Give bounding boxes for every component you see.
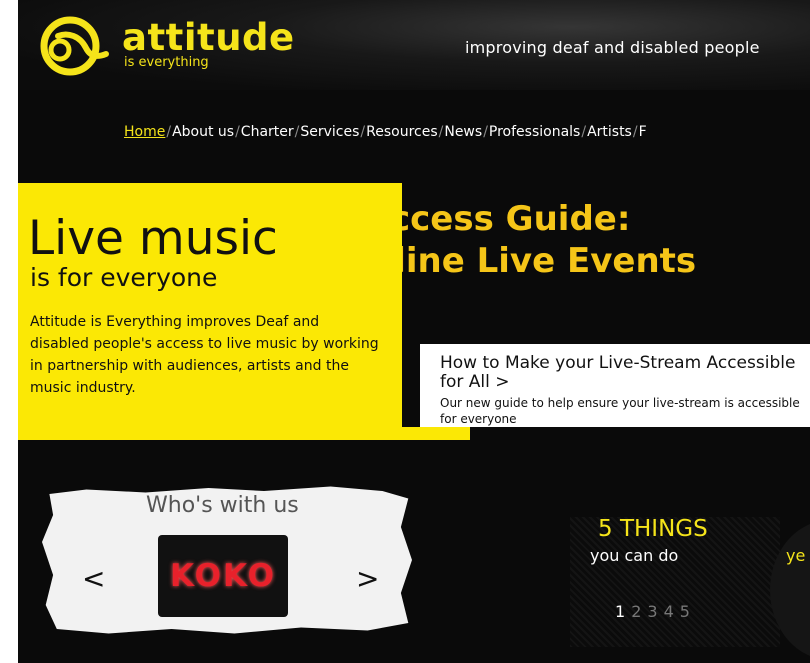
nav-item-professionals[interactable]: Professionals [489, 124, 580, 140]
hero-title-line2: nline Live Events [370, 241, 697, 281]
header-tagline: improving deaf and disabled people [465, 38, 760, 57]
guide-card[interactable]: How to Make your Live-Stream Accessible … [420, 344, 810, 427]
nav-item-cut[interactable]: F [639, 124, 647, 140]
partner-logo-text: KOKO [170, 558, 276, 594]
nav-separator: / [581, 124, 587, 140]
promo-title: Live music [28, 211, 278, 266]
carousel-prev-button[interactable]: < [82, 562, 105, 595]
guide-card-description: Our new guide to help ensure your live-s… [440, 396, 800, 426]
promo-subtitle: is for everyone [30, 263, 218, 292]
page: attitude is everything improving deaf an… [18, 0, 810, 663]
nav-item-services[interactable]: Services [300, 124, 359, 140]
nav-item-charter[interactable]: Charter [241, 124, 294, 140]
slide-pager: 12345 [615, 602, 696, 621]
logo[interactable]: attitude is everything [30, 14, 295, 76]
partner-logo[interactable]: KOKO [158, 535, 288, 617]
brand-name: attitude [122, 16, 295, 59]
guide-card-title[interactable]: How to Make your Live-Stream Accessible … [440, 354, 810, 392]
five-things-subtitle: you can do [590, 546, 679, 565]
nav-item-artists[interactable]: Artists [587, 124, 632, 140]
nav-separator: / [483, 124, 488, 140]
nav-separator: / [166, 124, 172, 140]
hero-title-line1: ccess Guide: [390, 199, 631, 239]
five-things-title[interactable]: 5 THINGS [598, 517, 708, 541]
nav-item-resources[interactable]: Resources [366, 124, 438, 140]
nav-separator: / [438, 124, 444, 140]
main-nav: Home/About us/Charter/Services/Resources… [124, 124, 647, 140]
nav-separator: / [294, 124, 300, 140]
nav-separator: / [235, 124, 240, 140]
pager-page-3[interactable]: 3 [647, 602, 663, 621]
next-slide-peek: ye [786, 546, 806, 565]
pager-page-2[interactable]: 2 [631, 602, 647, 621]
nav-item-news[interactable]: News [444, 124, 482, 140]
attitude-logo-icon [40, 16, 109, 76]
pager-page-1[interactable]: 1 [615, 602, 631, 621]
nav-item-home[interactable]: Home [124, 124, 165, 140]
promo-panel-strip [18, 427, 470, 440]
pager-page-5[interactable]: 5 [680, 602, 696, 621]
hero-title[interactable]: ccess Guide: nline Live Events [370, 199, 696, 280]
nav-separator: / [360, 124, 366, 140]
pager-page-4[interactable]: 4 [664, 602, 680, 621]
carousel-next-button[interactable]: > [356, 562, 379, 595]
promo-body: Attitude is Everything improves Deaf and… [30, 314, 379, 396]
nav-separator: / [632, 124, 638, 140]
whos-with-us-title: Who's with us [146, 493, 299, 518]
nav-item-about[interactable]: About us [172, 124, 234, 140]
